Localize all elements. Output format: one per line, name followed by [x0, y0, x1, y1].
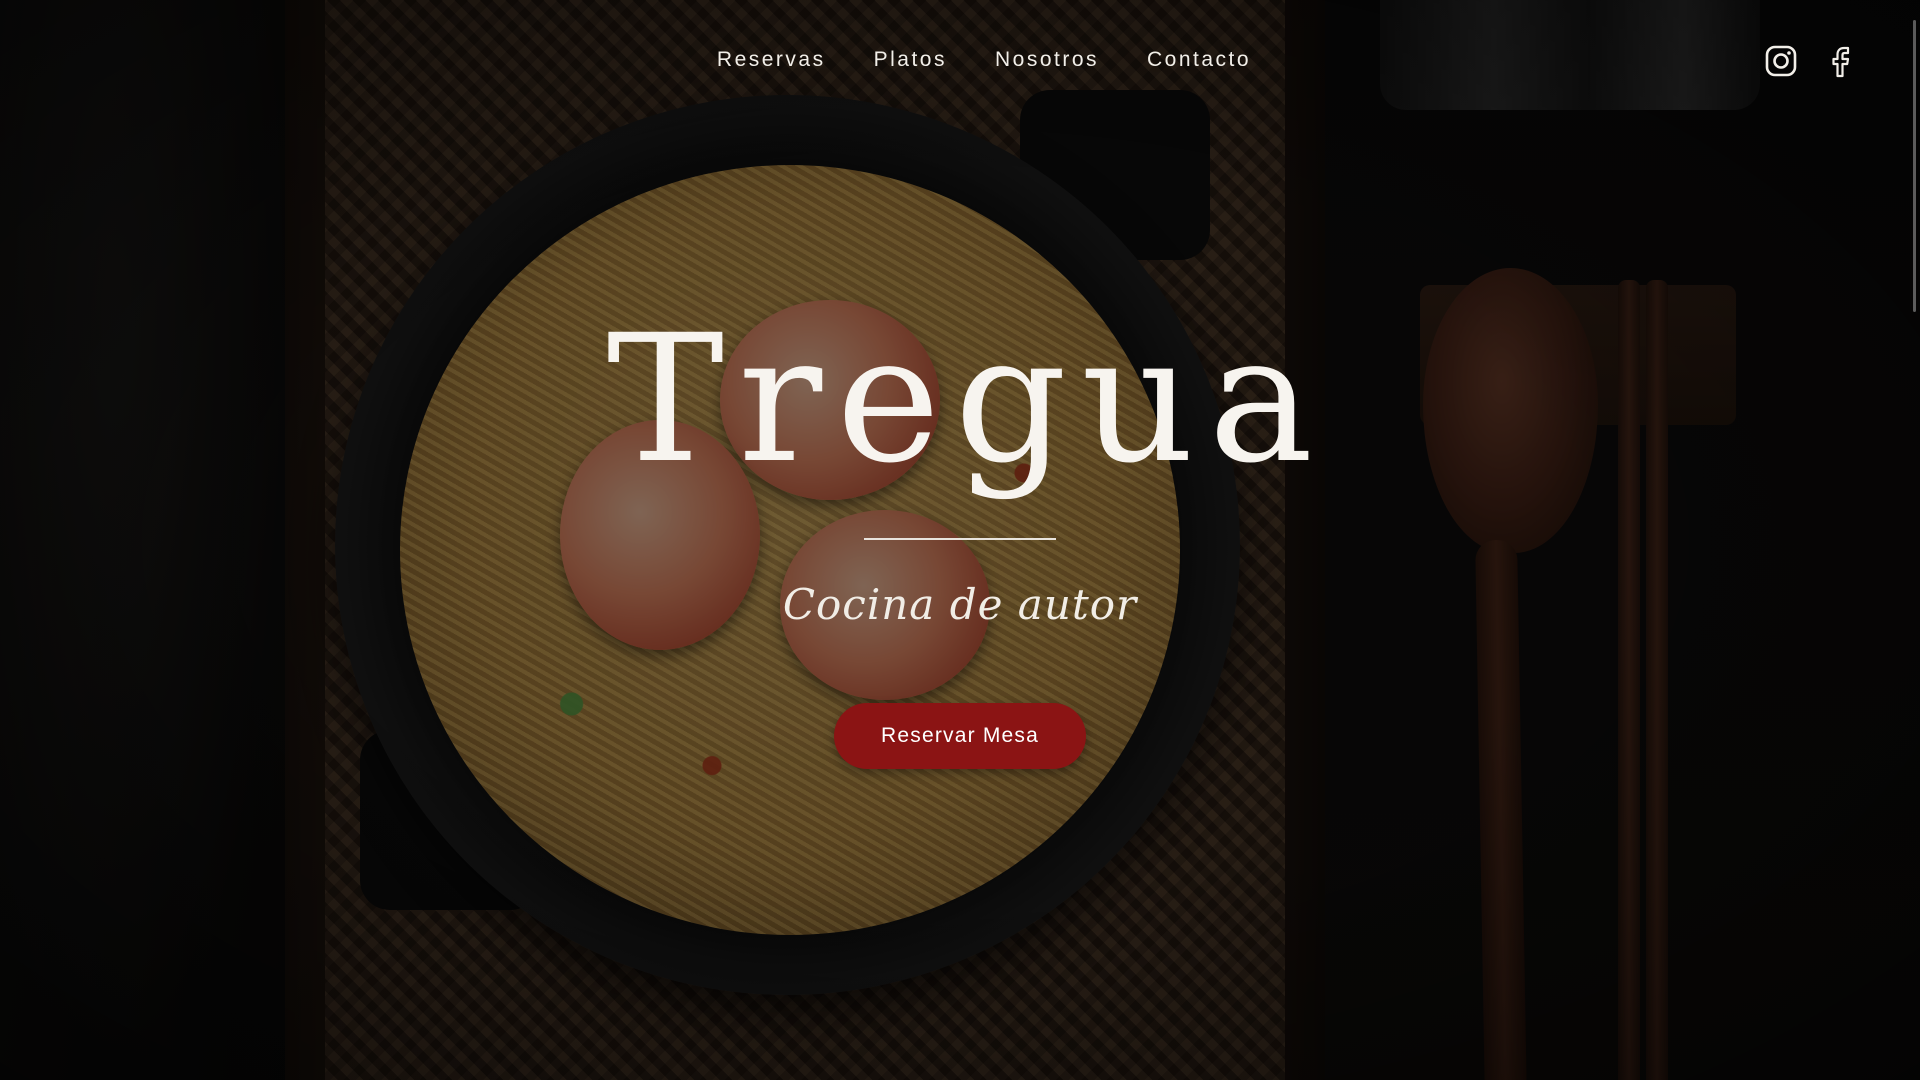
main-nav: Reservas Platos Nosotros Contacto	[0, 44, 1920, 76]
nav-link-contacto[interactable]: Contacto	[1147, 44, 1251, 76]
social-links	[1764, 44, 1858, 78]
vignette	[0, 0, 1920, 1080]
instagram-icon	[1765, 45, 1797, 77]
hero-title: Tregua	[606, 297, 1328, 502]
hero-subtitle: Cocina de autor	[782, 580, 1138, 629]
scrollbar[interactable]	[1913, 20, 1916, 312]
nav-link-reservas[interactable]: Reservas	[717, 44, 826, 76]
reserve-table-button[interactable]: Reservar Mesa	[834, 703, 1086, 769]
facebook-icon	[1832, 46, 1850, 78]
title-divider	[864, 538, 1056, 540]
instagram-link[interactable]	[1764, 44, 1798, 78]
page: Reservas Platos Nosotros Contacto Tregua…	[0, 0, 1920, 1080]
facebook-link[interactable]	[1824, 44, 1858, 78]
nav-link-nosotros[interactable]: Nosotros	[995, 44, 1099, 76]
nav-link-platos[interactable]: Platos	[874, 44, 947, 76]
